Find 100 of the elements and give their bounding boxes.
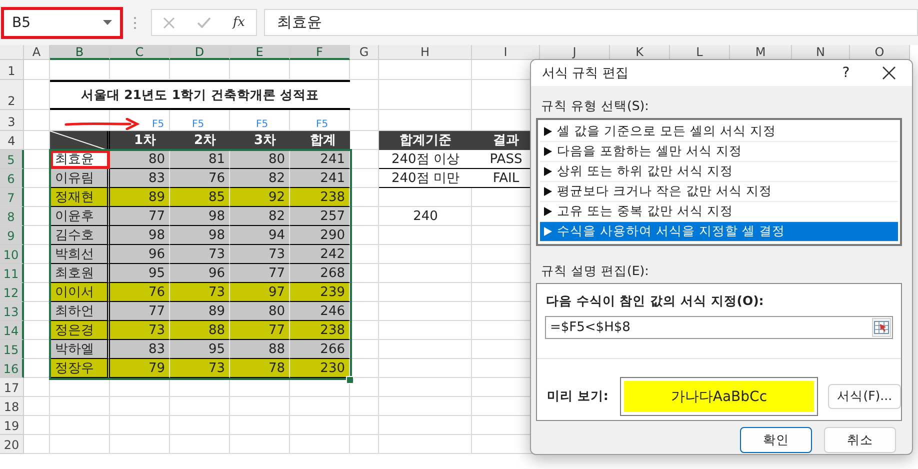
row-header[interactable]: 9 [0,226,24,245]
name-box[interactable]: B5 [1,6,123,38]
column-heading: 3차 [230,131,290,150]
row-header[interactable]: 1 [0,60,24,80]
row-header[interactable]: 4 [0,131,24,150]
score-cell: 82 [230,207,290,226]
column-header[interactable]: C [110,45,170,60]
score-cell: 96 [110,245,170,264]
score-cell: 96 [170,264,230,283]
row-header[interactable]: 12 [0,283,24,302]
row-header[interactable]: 11 [0,264,24,283]
row-header[interactable]: 19 [0,416,24,435]
close-icon[interactable] [882,66,896,80]
row-header[interactable]: 6 [0,169,24,188]
score-cell: 242 [290,245,350,264]
score-cell: 88 [230,340,290,359]
criteria-cell: 240점 미만 [379,169,472,188]
column-header[interactable]: G [350,45,379,60]
rule-type-item[interactable]: 다음을 포함하는 셀만 서식 지정 [540,142,898,162]
column-header[interactable]: E [230,45,290,60]
column-header[interactable]: N [792,45,850,60]
name-cell[interactable]: 박하엘 [50,340,110,359]
name-cell[interactable]: 최호원 [50,264,110,283]
cancel-button[interactable]: 취소 [824,427,896,453]
more-icon[interactable] [131,16,139,30]
score-cell: 73 [110,321,170,340]
score-cell: 79 [110,359,170,378]
insert-function-button[interactable]: fx [232,15,245,30]
rule-type-label: 규칙 유형 선택(S): [541,98,650,114]
score-cell: 238 [290,188,350,207]
score-cell: 268 [290,264,350,283]
ok-button[interactable]: 확인 [740,427,812,453]
row-header[interactable]: 5 [0,150,24,169]
row-header[interactable]: 14 [0,321,24,340]
row-header[interactable]: 7 [0,188,24,207]
column-header[interactable]: I [472,45,540,60]
dropdown-icon[interactable] [103,20,112,25]
column-header[interactable]: H [379,45,472,60]
score-cell: 80 [230,302,290,321]
row-header[interactable]: 16 [0,359,24,378]
row-header[interactable]: 3 [0,110,24,131]
row-header[interactable]: 10 [0,245,24,264]
column-header[interactable]: B [50,45,110,60]
score-cell: 97 [230,283,290,302]
sheet-title: 서울대 21년도 1학기 건축학개론 성적표 [50,80,350,110]
name-cell[interactable]: 정장우 [50,359,110,378]
rule-type-item[interactable]: 평균보다 크거나 작은 값만 서식 지정 [540,182,898,202]
score-cell: 77 [230,321,290,340]
row-header[interactable]: 15 [0,340,24,359]
bullet-icon [544,147,552,156]
column-header[interactable]: A [24,45,50,60]
column-header[interactable]: J [540,45,610,60]
name-cell[interactable]: 최효윤 [50,150,110,169]
row-header[interactable]: 8 [0,207,24,226]
row-header[interactable]: 18 [0,397,24,416]
score-cell: 257 [290,207,350,226]
range-select-button[interactable] [872,318,891,337]
name-cell[interactable]: 김수호 [50,226,110,245]
bullet-icon [544,127,552,136]
score-cell: 73 [170,245,230,264]
column-header[interactable]: K [610,45,670,60]
column-header[interactable]: F [290,45,350,60]
score-cell: 73 [230,245,290,264]
column-header[interactable]: O [850,45,910,60]
column-heading: 1차 [110,131,170,150]
check-icon[interactable] [196,16,211,28]
score-cell: 85 [170,188,230,207]
format-button[interactable]: 서식(F)... [828,384,901,409]
row-header[interactable]: 20 [0,435,24,454]
column-heading: 2차 [170,131,230,150]
formula-field[interactable]: =$F5<$H$8 [545,316,893,339]
name-cell[interactable]: 정재현 [50,188,110,207]
name-cell[interactable]: 이유림 [50,169,110,188]
name-cell[interactable]: 정은경 [50,321,110,340]
score-cell: 98 [170,207,230,226]
column-header[interactable]: M [730,45,792,60]
score-cell: 89 [110,188,170,207]
row-header[interactable]: 2 [0,80,24,110]
name-cell[interactable]: 최하언 [50,302,110,321]
score-cell: 83 [110,340,170,359]
column-header[interactable]: D [170,45,230,60]
threshold-cell-text: 240 [412,208,439,226]
name-cell[interactable]: 이윤후 [50,207,110,226]
score-cell: 98 [170,226,230,245]
score-cell: 76 [170,169,230,188]
rule-type-item[interactable]: 수식을 사용하여 서식을 지정할 셀 결정 [540,222,898,242]
score-cell: 239 [290,283,350,302]
name-cell[interactable]: 박희선 [50,245,110,264]
help-button[interactable]: ? [826,65,866,81]
cell-reference: B5 [12,14,31,30]
row-header[interactable]: 17 [0,378,24,397]
rule-type-item[interactable]: 셀 값을 기준으로 모든 셀의 서식 지정 [540,122,898,142]
row-header[interactable]: 13 [0,302,24,321]
column-header[interactable]: L [670,45,730,60]
name-cell[interactable]: 이이서 [50,283,110,302]
fill-handle[interactable] [346,376,354,384]
formula-field[interactable]: 최효윤 [264,9,918,36]
rule-type-item[interactable]: 상위 또는 하위 값만 서식 지정 [540,162,898,182]
score-cell: 77 [110,207,170,226]
score-cell: 73 [170,359,230,378]
